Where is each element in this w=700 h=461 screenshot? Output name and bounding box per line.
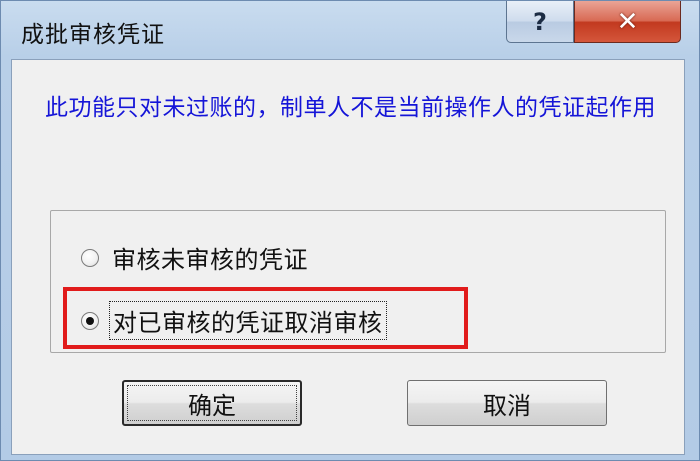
dialog-body: 此功能只对未过账的，制单人不是当前操作人的凭证起作用 审核未审核的凭证 对已审核… [11,59,685,455]
help-icon: ? [533,7,547,36]
option-audit-unaudited-label: 审核未审核的凭证 [112,246,308,274]
red-highlight-annotation [63,287,468,349]
close-icon: ✕ [616,6,639,37]
close-button[interactable]: ✕ [574,1,681,43]
option-audit-unaudited[interactable]: 审核未审核的凭证 [81,239,311,276]
help-button[interactable]: ? [506,1,574,43]
ok-button-label: 确定 [127,385,297,421]
title-bar[interactable]: 成批审核凭证 ? ✕ [1,1,699,59]
info-note: 此功能只对未过账的，制单人不是当前操作人的凭证起作用 [45,95,656,121]
radio-audit-unaudited[interactable] [81,248,99,267]
window-title: 成批审核凭证 [21,22,165,48]
ok-button[interactable]: 确定 [122,380,302,426]
cancel-button[interactable]: 取消 [407,380,607,426]
batch-audit-dialog: 成批审核凭证 ? ✕ 此功能只对未过账的，制单人不是当前操作人的凭证起作用 审核… [0,0,700,461]
